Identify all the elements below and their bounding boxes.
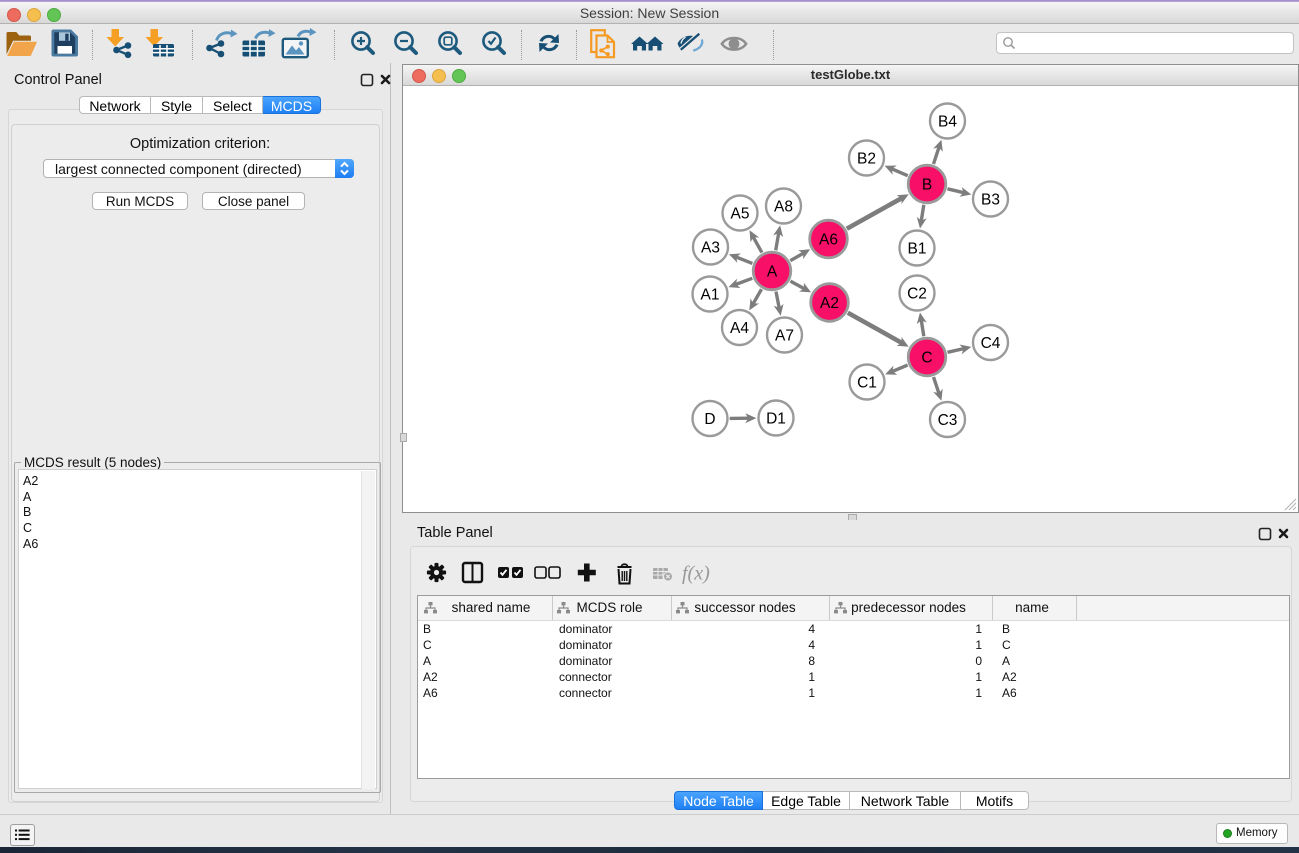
svg-text:A7: A7 [775,328,794,345]
svg-text:A4: A4 [730,320,749,337]
svg-text:f(x): f(x) [682,563,710,585]
svg-text:C3: C3 [938,412,958,429]
svg-text:B3: B3 [981,192,1000,209]
svg-text:C1: C1 [857,375,877,392]
svg-text:A6: A6 [819,232,838,249]
svg-text:D1: D1 [766,411,786,428]
svg-text:C4: C4 [981,335,1001,352]
svg-text:C: C [921,350,932,367]
svg-text:A8: A8 [774,199,793,216]
svg-text:B1: B1 [908,241,927,258]
svg-text:A5: A5 [731,206,750,223]
svg-text:B2: B2 [857,151,876,168]
svg-text:D: D [704,411,715,428]
svg-text:A3: A3 [701,240,720,257]
svg-text:A2: A2 [820,295,839,312]
svg-text:B: B [922,177,932,194]
svg-text:A: A [767,264,778,281]
svg-text:A1: A1 [701,287,720,304]
svg-text:B4: B4 [938,114,957,131]
svg-text:C2: C2 [907,286,927,303]
